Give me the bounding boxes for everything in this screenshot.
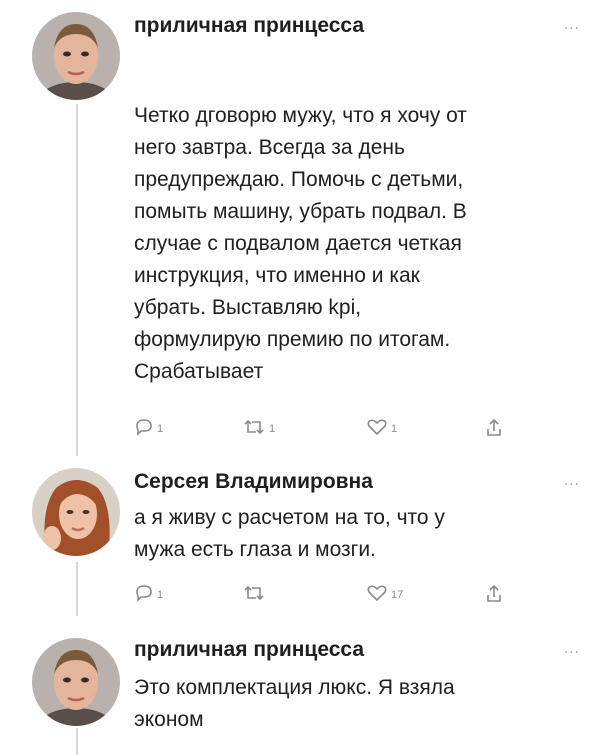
share-icon — [487, 584, 501, 602]
text-line: а я живу с расчетом на то, что у — [134, 506, 445, 529]
text-line: инструкция, что именно и как — [134, 264, 420, 287]
like-button[interactable]: 1 — [366, 418, 397, 436]
author-name[interactable]: Серсея Владимировна — [134, 470, 373, 494]
reply-count: 1 — [157, 589, 164, 601]
tweet-text: Четко дговорю мужу, что я хочу от него з… — [134, 100, 574, 388]
reply-button[interactable]: 1 — [134, 418, 163, 436]
text-line: мужа есть глаза и мозги. — [134, 538, 376, 561]
tweet: приличная принцесса ... Четко дговорю му… — [0, 0, 600, 455]
retweet-icon — [244, 419, 264, 435]
text-line: эконом — [134, 708, 204, 731]
reply-count: 1 — [157, 423, 164, 435]
text-line: формулирую премию по итогам. — [134, 328, 451, 351]
tweet-text: а я живу с расчетом на то, что у мужа ес… — [134, 502, 574, 566]
more-icon[interactable]: ... — [564, 473, 580, 489]
retweet-count: 1 — [269, 423, 276, 435]
tweet: Серсея Владимировна ... а я живу с расче… — [0, 460, 600, 618]
tweet-text: Это комплектация люкс. Я взяла эконом — [134, 672, 574, 736]
author-name[interactable]: приличная принцесса — [134, 638, 364, 662]
like-count: 1 — [391, 423, 398, 435]
avatar[interactable] — [32, 638, 120, 726]
text-line: него завтра. Всегда за день — [134, 136, 405, 159]
text-line: помыть машину, убрать подвал. В — [134, 200, 467, 223]
tweet: приличная принцесса ... Это комплектация… — [0, 628, 600, 755]
text-line: убрать. Выставляю kpi, — [134, 296, 362, 319]
text-line: Четко дговорю мужу, что я хочу от — [134, 104, 467, 127]
like-button[interactable]: 17 — [366, 584, 403, 602]
action-bar: 1 1 1 — [134, 418, 534, 442]
like-count: 17 — [391, 589, 404, 601]
avatar[interactable] — [32, 12, 120, 100]
reply-icon — [136, 419, 152, 436]
reply-button[interactable]: 1 — [134, 584, 163, 602]
reply-icon — [136, 585, 152, 602]
action-bar: 1 17 — [134, 584, 534, 608]
text-line: случае с подвалом дается четкая — [134, 232, 462, 255]
share-button[interactable] — [484, 584, 504, 604]
share-button[interactable] — [484, 418, 504, 438]
more-icon[interactable]: ... — [564, 17, 580, 33]
share-icon — [487, 418, 501, 436]
author-name[interactable]: приличная принцесса — [134, 14, 364, 38]
retweet-button[interactable] — [242, 584, 269, 602]
retweet-icon — [244, 585, 264, 601]
text-line: Это комплектация люкс. Я взяла — [134, 676, 455, 699]
more-icon[interactable]: ... — [564, 641, 580, 657]
like-icon — [367, 585, 387, 602]
retweet-button[interactable]: 1 — [242, 418, 275, 436]
like-icon — [367, 419, 387, 436]
text-line: предупреждаю. Помочь с детьми, — [134, 168, 464, 191]
text-line: Срабатывает — [134, 360, 264, 383]
avatar[interactable] — [32, 468, 120, 556]
